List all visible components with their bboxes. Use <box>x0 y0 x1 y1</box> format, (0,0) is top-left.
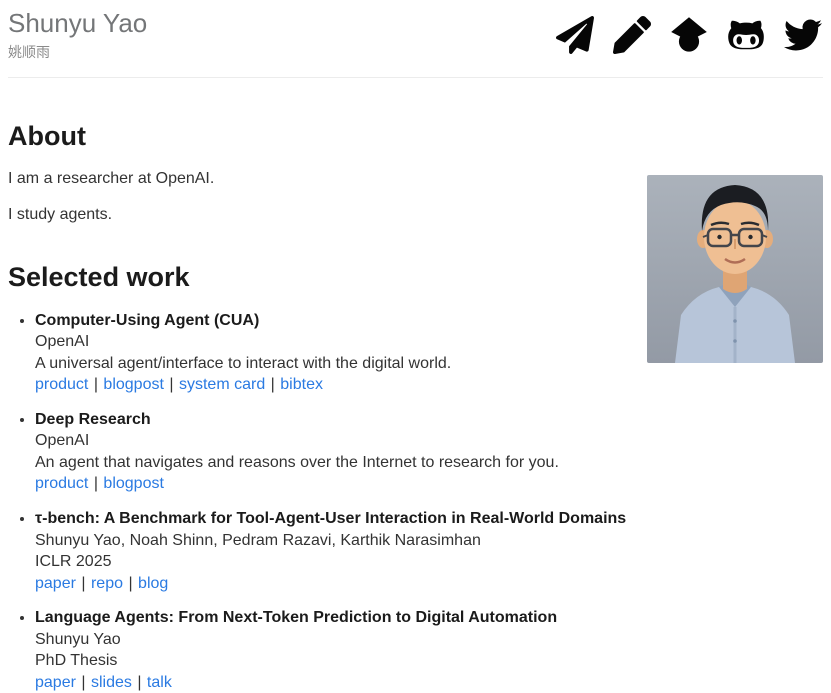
link-separator: | <box>76 574 90 592</box>
twitter-icon <box>784 16 822 54</box>
work-link-product[interactable]: product <box>35 376 88 393</box>
scholar-link[interactable] <box>670 16 708 54</box>
profile-photo-illustration <box>647 175 823 364</box>
work-link-product[interactable]: product <box>35 475 88 492</box>
link-separator: | <box>132 673 146 691</box>
site-title[interactable]: Shunyu Yao <box>8 8 147 39</box>
link-separator: | <box>89 475 103 493</box>
work-item: τ-bench: A Benchmark for Tool-Agent-User… <box>35 508 823 594</box>
social-icons <box>556 16 822 54</box>
work-item-title: Language Agents: From Next-Token Predict… <box>35 609 558 627</box>
work-link-blogpost[interactable]: blogpost <box>103 475 164 492</box>
profile-photo <box>647 175 823 364</box>
work-link-blogpost[interactable]: blogpost <box>103 376 164 393</box>
twitter-link[interactable] <box>784 16 822 54</box>
about-heading: About <box>8 120 86 151</box>
work-item-links: paper | slides | talk <box>35 672 823 693</box>
work-link-repo[interactable]: repo <box>91 575 123 592</box>
main-content: About I am a researcher at OpenAI. I stu… <box>8 120 823 693</box>
paper-plane-icon <box>556 16 594 54</box>
site-title-block: Shunyu Yao 姚顺雨 <box>8 8 147 62</box>
work-item-line: OpenAI <box>35 432 90 450</box>
work-item-line: An agent that navigates and reasons over… <box>35 453 559 471</box>
work-link-slides[interactable]: slides <box>91 674 132 691</box>
work-item-links: product | blogpost <box>35 473 823 495</box>
github-icon <box>727 16 765 54</box>
work-item-title: Deep Research <box>35 410 151 428</box>
header-divider <box>8 76 823 78</box>
email-link[interactable] <box>556 16 594 54</box>
link-separator: | <box>76 673 90 691</box>
work-link-paper[interactable]: paper <box>35 575 76 592</box>
site-subtitle: 姚顺雨 <box>8 43 50 60</box>
link-separator: | <box>266 376 280 394</box>
work-link-blog[interactable]: blog <box>138 575 168 592</box>
work-item-links: paper | repo | blog <box>35 573 823 595</box>
link-separator: | <box>164 376 178 394</box>
work-link-bibtex[interactable]: bibtex <box>280 376 323 393</box>
blog-link[interactable] <box>613 16 651 54</box>
work-item: Language Agents: From Next-Token Predict… <box>35 607 823 693</box>
work-item-links: product | blogpost | system card | bibte… <box>35 374 823 396</box>
work-item-line: Shunyu Yao, Noah Shinn, Pedram Razavi, K… <box>35 531 481 549</box>
github-link[interactable] <box>727 16 765 54</box>
work-item-line: ICLR 2025 <box>35 553 112 571</box>
work-link-paper[interactable]: paper <box>35 674 76 691</box>
work-item: Deep Research OpenAI An agent that navigat… <box>35 409 823 495</box>
work-item-line: Shunyu Yao <box>35 630 121 648</box>
link-separator: | <box>124 574 138 592</box>
work-item-line: PhD Thesis <box>35 652 118 670</box>
page: Shunyu Yao 姚顺雨 About I am a researcher a… <box>0 0 831 693</box>
site-header: Shunyu Yao 姚顺雨 <box>8 0 823 62</box>
selected-work-list: Computer-Using Agent (CUA)OpenAIA univer… <box>8 310 823 693</box>
graduation-cap-icon <box>670 16 708 54</box>
work-link-system-card[interactable]: system card <box>179 376 265 393</box>
work-link-talk[interactable]: talk <box>147 674 172 691</box>
pencil-icon <box>613 16 651 54</box>
work-item-title: τ-bench: A Benchmark for Tool-Agent-User… <box>35 509 627 527</box>
link-separator: | <box>89 376 103 394</box>
